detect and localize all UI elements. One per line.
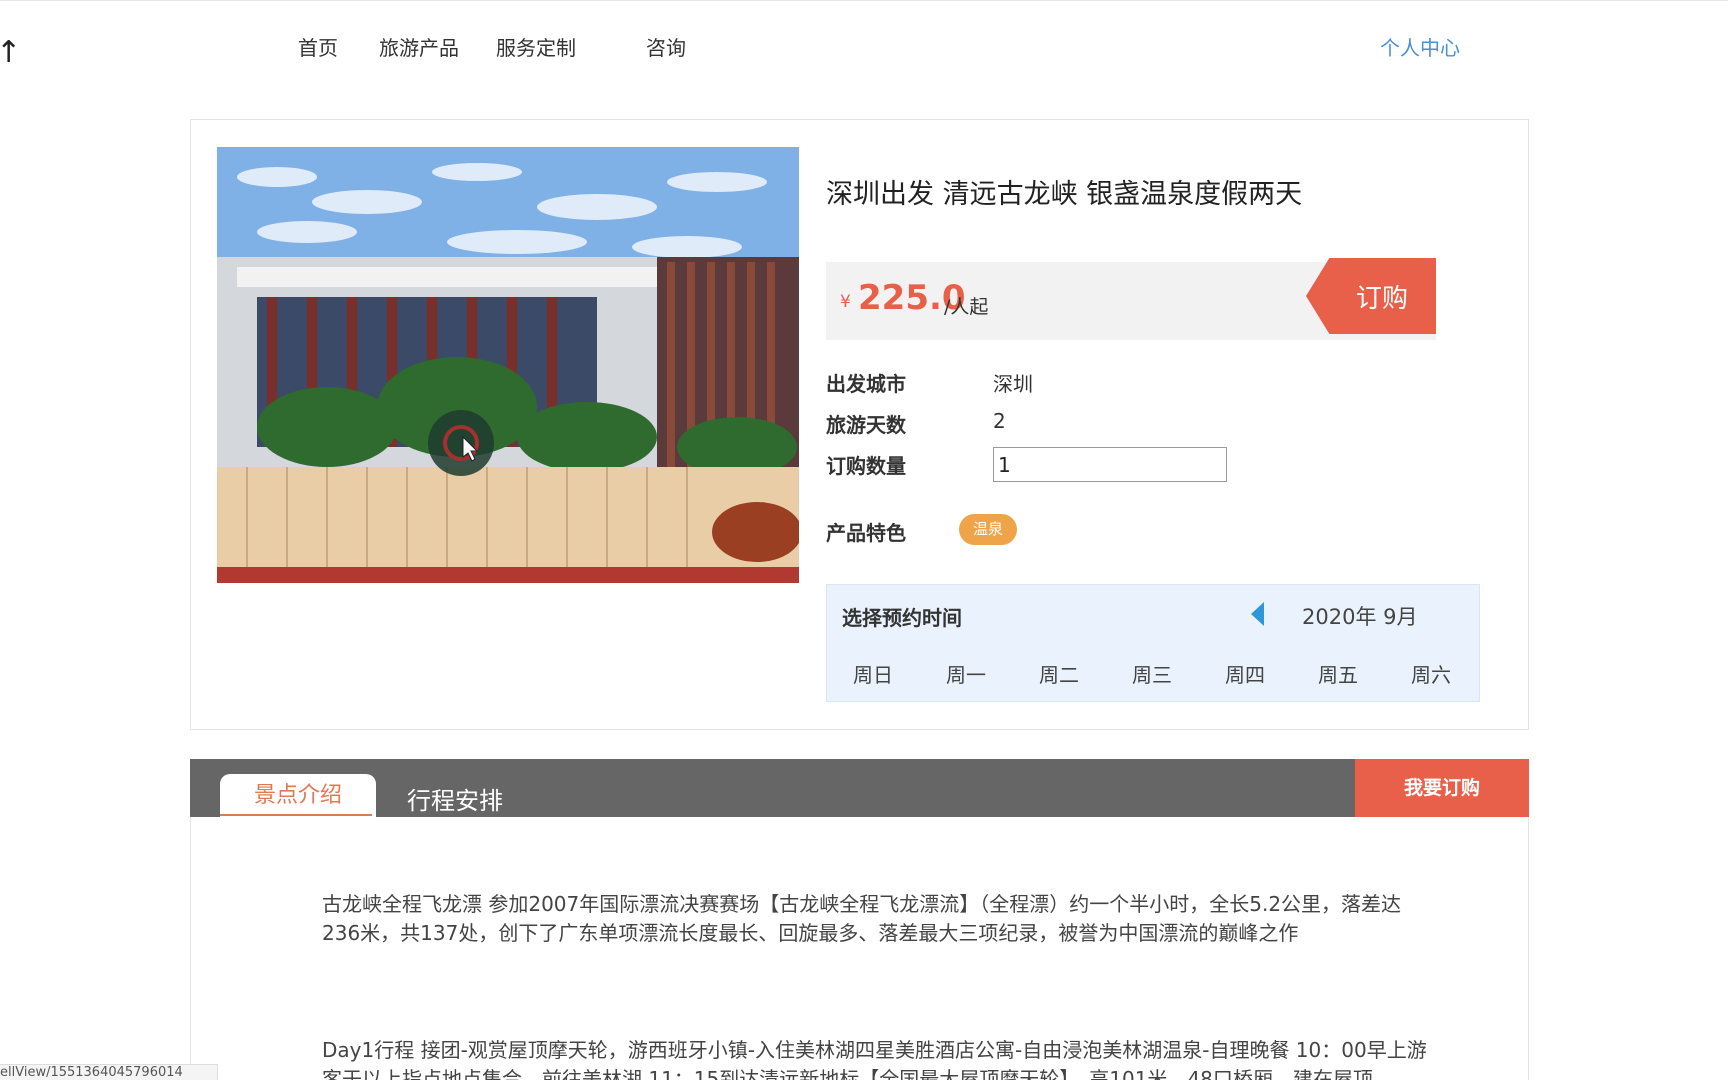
weekday-mon: 周一 bbox=[946, 663, 986, 687]
feature-tag-hot-spring: 温泉 bbox=[959, 514, 1017, 545]
calendar-weekdays: 周日 周一 周二 周三 周四 周五 周六 bbox=[827, 659, 1481, 689]
quantity-label: 订购数量 bbox=[826, 454, 906, 478]
order-now-button[interactable]: 我要订购 bbox=[1355, 759, 1529, 817]
weekday-fri: 周五 bbox=[1318, 663, 1358, 687]
weekday-wed: 周三 bbox=[1132, 663, 1172, 687]
weekday-tue: 周二 bbox=[1039, 663, 1079, 687]
weekday-thu: 周四 bbox=[1225, 663, 1265, 687]
currency-symbol: ¥ bbox=[840, 292, 851, 312]
itinerary-text: Day1行程 接团-观赏屋顶摩天轮，游西班牙小镇-入住美林湖四星美胜酒店公寓-自… bbox=[322, 1038, 1427, 1080]
status-bar-url: ellView/1551364045796014 bbox=[0, 1064, 218, 1080]
nav-consult[interactable]: 咨询 bbox=[646, 32, 686, 61]
departure-city-value: 深圳 bbox=[993, 372, 1033, 396]
tab-attraction-intro[interactable]: 景点介绍 bbox=[220, 774, 376, 818]
travel-days-label: 旅游天数 bbox=[826, 413, 906, 437]
feature-label: 产品特色 bbox=[826, 521, 906, 545]
nav-home[interactable]: 首页 bbox=[298, 32, 338, 61]
cursor-indicator-icon bbox=[427, 409, 495, 477]
price-unit: /人起 bbox=[944, 296, 989, 318]
departure-city-label: 出发城市 bbox=[826, 372, 906, 396]
travel-days-value: 2 bbox=[993, 409, 1006, 433]
booking-calendar: 选择预约时间 2020年 9月 周日 周一 周二 周三 周四 周五 周六 bbox=[826, 584, 1480, 702]
nav-custom-service[interactable]: 服务定制 bbox=[496, 32, 576, 61]
attraction-intro-text: 古龙峡全程飞龙漂 参加2007年国际漂流决赛赛场【古龙峡全程飞龙漂流】（全程漂）… bbox=[322, 892, 1402, 945]
calendar-title: 选择预约时间 bbox=[842, 606, 962, 630]
product-title: 深圳出发 清远古龙峡 银盏温泉度假两天 bbox=[826, 179, 1303, 210]
weekday-sun: 周日 bbox=[853, 663, 893, 687]
quantity-input[interactable] bbox=[993, 447, 1227, 482]
nav-travel-products[interactable]: 旅游产品 bbox=[379, 32, 459, 61]
tab-itinerary[interactable]: 行程安排 bbox=[407, 781, 503, 816]
active-tab-underline bbox=[220, 814, 372, 816]
main-nav: 首页 旅游产品 服务定制 咨询 个人中心 bbox=[0, 32, 1728, 60]
calendar-month: 2020年 9月 bbox=[1302, 605, 1418, 629]
nav-user-center[interactable]: 个人中心 bbox=[1380, 32, 1460, 61]
detail-tab-bar: 景点介绍 行程安排 我要订购 bbox=[190, 759, 1529, 818]
calendar-prev-month-icon[interactable] bbox=[1251, 602, 1264, 626]
top-rule bbox=[0, 0, 1728, 1]
hotel-photo bbox=[217, 147, 799, 583]
weekday-sat: 周六 bbox=[1411, 663, 1451, 687]
product-image bbox=[217, 147, 799, 583]
buy-button[interactable]: 订购 bbox=[1306, 258, 1436, 334]
